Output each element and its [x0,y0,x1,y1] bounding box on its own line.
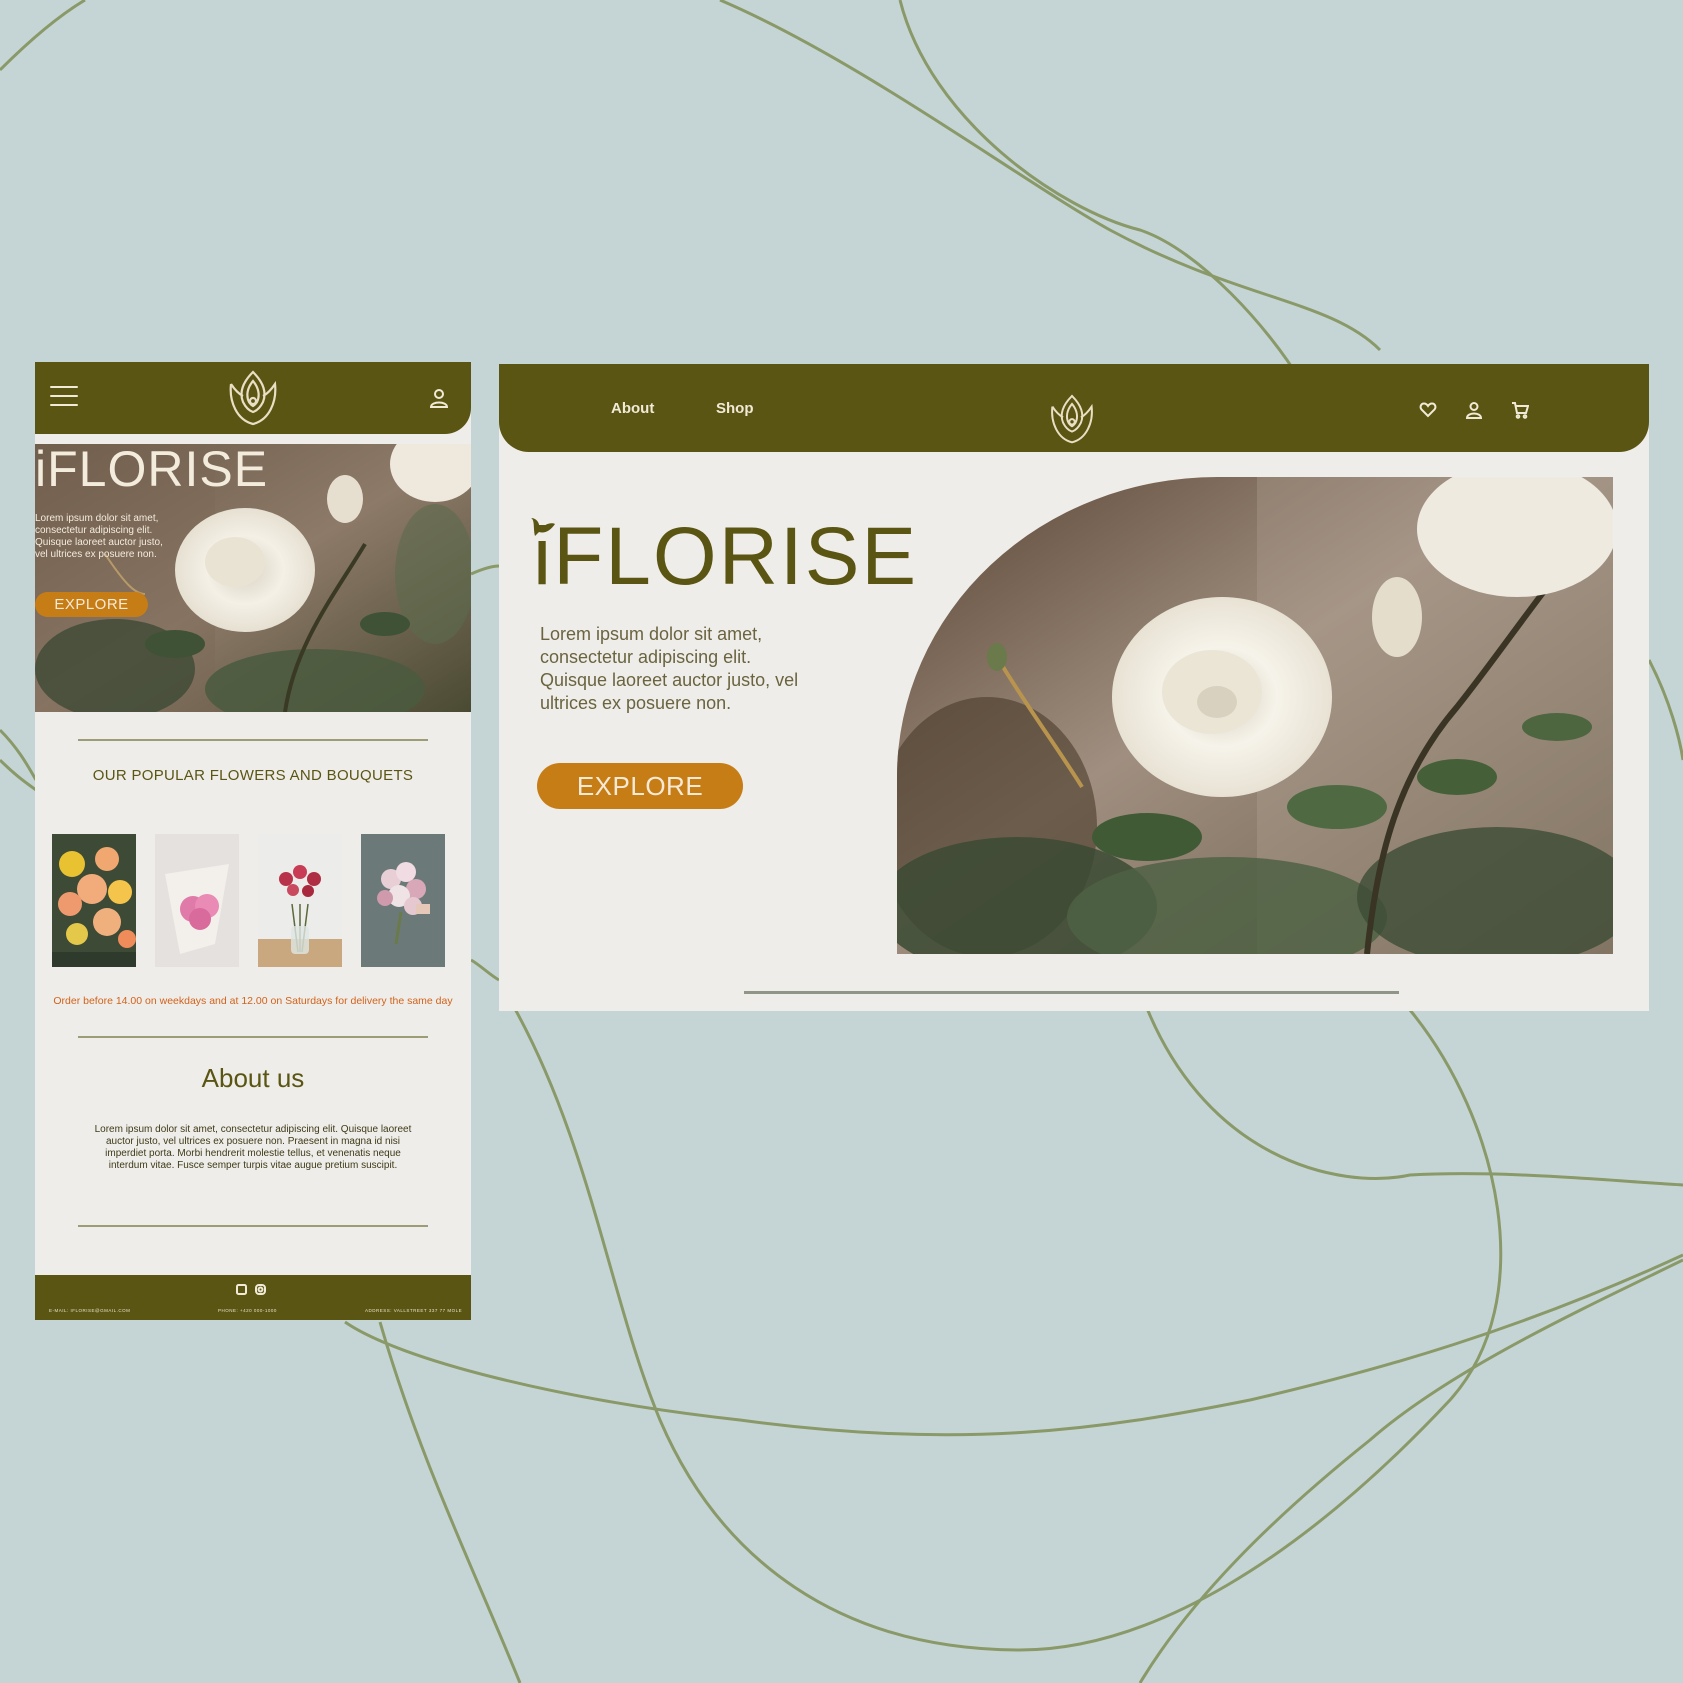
hamburger-icon[interactable] [50,386,78,410]
popular-heading: OUR POPULAR FLOWERS AND BOUQUETS [92,767,414,784]
mobile-mockup: iFLORISE Lorem ipsum dolor sit amet, con… [35,362,471,1320]
desktop-header: About Shop [499,364,1649,452]
order-notice: Order before 14.00 on weekdays and at 12… [53,995,453,1007]
footer-phone[interactable]: PHONE: +420 000-1000 [218,1308,277,1313]
user-icon[interactable] [427,386,451,410]
mobile-header [35,362,471,434]
mobile-hero-text: Lorem ipsum dolor sit amet, consectetur … [35,513,163,560]
product-thumbnail-pastel-bouquet[interactable] [361,834,445,967]
desktop-explore-button[interactable]: EXPLORE [537,763,743,809]
lotus-logo-icon[interactable] [225,368,281,430]
divider [78,1225,428,1227]
product-thumbnail-roses-vase[interactable] [258,834,342,967]
mobile-hero-rose-photo: iFLORISE Lorem ipsum dolor sit amet, con… [35,444,471,712]
nav-shop[interactable]: Shop [716,400,754,417]
footer-address: ADDRESS: VALLSTREET 337 77 MOLE [365,1308,463,1313]
product-thumbnail-peony-wrap[interactable] [155,834,239,967]
desktop-mockup: About Shop iFLORISE Lorem ipsum dolor si… [499,364,1649,1011]
lotus-logo-icon[interactable] [1047,391,1097,449]
divider [78,739,428,741]
mobile-footer: E-MAIL: IFLORISE@GMAIL.COM PHONE: +420 0… [35,1275,471,1320]
desktop-hero-rose-photo [897,477,1613,954]
about-text: Lorem ipsum dolor sit amet, consectetur … [94,1124,412,1171]
cart-icon[interactable] [1511,401,1530,419]
heart-icon[interactable] [1419,401,1437,419]
instagram-icon[interactable] [255,1280,266,1295]
mobile-explore-button[interactable]: EXPLORE [35,592,148,617]
about-heading: About us [201,1063,305,1093]
user-icon[interactable] [1465,401,1483,419]
mobile-brand-title: iFLORISE [35,444,269,497]
divider [78,1036,428,1038]
product-thumbnail-mixed-bouquet[interactable] [52,834,136,967]
nav-about[interactable]: About [611,400,654,417]
desktop-hero-text: Lorem ipsum dolor sit amet, consectetur … [540,624,799,713]
facebook-icon[interactable] [236,1280,247,1295]
footer-email[interactable]: E-MAIL: IFLORISE@GMAIL.COM [49,1308,130,1313]
divider [744,991,1399,994]
desktop-brand-title: iFLORISE [533,511,919,602]
